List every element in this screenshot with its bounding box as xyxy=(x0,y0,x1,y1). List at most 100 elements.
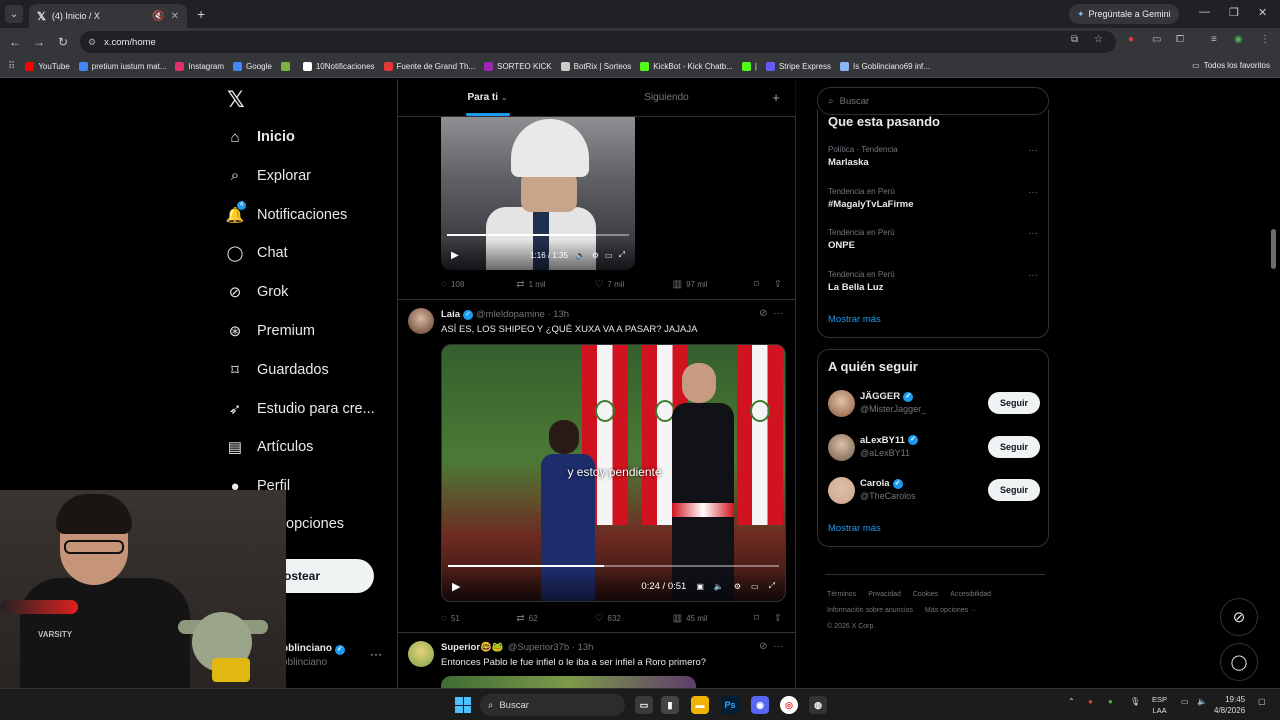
sidebar-item-article[interactable]: ▤ Artículos xyxy=(226,438,314,456)
settings-icon[interactable]: ⚙ xyxy=(734,582,741,591)
video-progress-bar[interactable] xyxy=(448,565,779,567)
add-feed-icon[interactable]: + xyxy=(756,79,796,116)
repost-button[interactable]: ⇄ 62 xyxy=(516,613,594,624)
messages-fab-icon[interactable]: ◯ xyxy=(1220,643,1258,681)
reply-button[interactable]: ◌ 51 xyxy=(441,613,516,624)
author-handle[interactable]: @mleldopamine · 13h xyxy=(476,309,569,320)
pip-icon[interactable]: ▭ xyxy=(605,251,613,260)
trend-more-icon[interactable]: ··· xyxy=(1028,228,1038,239)
avatar[interactable] xyxy=(828,477,855,504)
extension-icon[interactable]: ● xyxy=(1128,34,1134,45)
bookmark-item[interactable]: Stripe Express xyxy=(765,62,831,71)
footer-link[interactable]: Más opciones ··· xyxy=(925,607,977,614)
volume-icon[interactable]: 🔈 xyxy=(1197,697,1207,706)
all-bookmarks-button[interactable]: ▭ Todos los favoritos xyxy=(1192,61,1270,70)
author-name[interactable]: Laia xyxy=(441,309,460,320)
back-icon[interactable]: ← xyxy=(3,35,27,49)
trends-show-more-link[interactable]: Mostrar más xyxy=(828,314,881,325)
footer-link[interactable]: Términos xyxy=(827,591,856,598)
tweet-more-icon[interactable]: ⊘ ··· xyxy=(759,308,783,319)
bookmark-star-icon[interactable]: ☆ xyxy=(1094,34,1103,45)
trend-more-icon[interactable]: ··· xyxy=(1028,145,1038,156)
tab-for-you[interactable]: Para ti ⌄ xyxy=(398,79,577,116)
follow-button[interactable]: Seguir xyxy=(988,479,1040,501)
reload-icon[interactable]: ↻ xyxy=(51,35,75,49)
photoshop-icon[interactable]: Ps xyxy=(721,696,739,714)
tweet-video[interactable]: ▶ 1:16 / 1:35 🔈 ⚙ ▭ ⤢ xyxy=(441,117,635,270)
repost-button[interactable]: ⇄ 1 mil xyxy=(516,279,594,290)
trend-item[interactable]: Tendencia en Perú #MagalyTvLaFirme xyxy=(828,187,914,210)
fullscreen-icon[interactable]: ⤢ xyxy=(769,581,775,591)
trend-item[interactable]: Política · Tendencia Marlaska xyxy=(828,145,898,168)
bookmark-item[interactable]: pretium iustum mat... xyxy=(78,62,166,71)
bookmark-button[interactable]: ⌑ xyxy=(754,613,774,624)
tray-app-icon[interactable]: ● xyxy=(1088,697,1093,706)
follow-suggestion[interactable]: aLexBY11 ✓ @aLexBY11 Seguir xyxy=(828,433,1040,463)
trend-more-icon[interactable]: ··· xyxy=(1028,270,1038,281)
url-bar[interactable]: ⚙ x.com/home xyxy=(80,31,1116,53)
follow-suggestion[interactable]: JÄGGER ✓ @MisterJagger_ Seguir xyxy=(828,389,1040,419)
avatar[interactable] xyxy=(408,308,434,334)
trend-item[interactable]: Tendencia en Perú La Bella Luz xyxy=(828,270,895,293)
bookmark-item[interactable]: BotRix | Sorteos xyxy=(560,62,631,71)
suggestion-name[interactable]: aLexBY11 xyxy=(860,435,905,446)
views-button[interactable]: ▥ 45 mil xyxy=(673,613,754,624)
chrome-icon[interactable]: ◎ xyxy=(780,696,798,714)
taskbar-app-icon[interactable]: ▮ xyxy=(661,696,679,714)
tweet-video[interactable]: y estoy pendiente ▶ 0:24 / 0:51 ▣ 🔈 ⚙ ▭ … xyxy=(441,344,786,602)
bookmark-button[interactable]: ⌑ xyxy=(754,279,774,290)
pip-icon[interactable]: ▭ xyxy=(751,582,759,591)
grok-fab-icon[interactable]: ⊘ xyxy=(1220,598,1258,636)
follow-button[interactable]: Seguir xyxy=(988,435,1040,458)
close-tab-icon[interactable]: ✕ xyxy=(171,11,179,22)
tray-app-icon[interactable]: ● xyxy=(1108,697,1113,706)
clock[interactable]: 19:45 4/8/2026 xyxy=(1214,694,1245,716)
bookmark-item[interactable]: | xyxy=(741,62,757,71)
profile-avatar-icon[interactable]: ◉ xyxy=(1234,34,1243,45)
extension-2-icon[interactable]: ▭ xyxy=(1152,34,1161,45)
play-icon[interactable]: ▶ xyxy=(451,250,459,261)
play-icon[interactable]: ▶ xyxy=(452,580,460,593)
x-logo-icon[interactable]: 𝕏 xyxy=(227,88,245,113)
sidebar-item-home[interactable]: ⌂ Inicio xyxy=(226,128,294,146)
maximize-icon[interactable]: ❐ xyxy=(1229,6,1239,19)
avatar[interactable] xyxy=(828,433,855,461)
sidebar-item-grok[interactable]: ⊘ Grok xyxy=(226,283,289,301)
mute-tab-icon[interactable]: 🔇 xyxy=(152,11,164,22)
media-controls-icon[interactable]: ≡ xyxy=(1211,34,1217,45)
extensions-puzzle-icon[interactable]: ⧠ xyxy=(1176,34,1184,45)
settings-icon[interactable]: ⚙ xyxy=(592,251,599,260)
fullscreen-icon[interactable]: ⤢ xyxy=(619,250,625,260)
volume-icon[interactable]: 🔈 xyxy=(576,251,586,260)
browser-tab[interactable]: 𝕏 (4) Inicio / X 🔇 ✕ xyxy=(29,4,187,28)
notifications-icon[interactable]: ▢ xyxy=(1258,697,1266,706)
sidebar-item-chat[interactable]: ◯ Chat xyxy=(226,244,288,262)
tray-chevron-icon[interactable]: ⌃ xyxy=(1068,697,1075,706)
apps-grid-icon[interactable]: ⠿ xyxy=(8,61,15,72)
chrome-menu-icon[interactable]: ⋮ xyxy=(1260,34,1270,45)
sidebar-item-bookmark[interactable]: ⌑ Guardados xyxy=(226,361,329,379)
follow-button[interactable]: Seguir xyxy=(988,392,1040,414)
gemini-button[interactable]: ✦ Pregúntale a Gemini xyxy=(1069,4,1179,24)
footer-link[interactable]: Accesibilidad xyxy=(950,591,991,598)
author-handle[interactable]: @Superior37b · 13h xyxy=(508,642,594,653)
file-explorer-icon[interactable]: ▬ xyxy=(691,696,709,714)
bookmark-item[interactable] xyxy=(280,62,294,71)
trend-more-icon[interactable]: ··· xyxy=(1028,187,1038,198)
bookmark-item[interactable]: Fuente de Grand Th... xyxy=(383,62,475,71)
bookmark-item[interactable]: KickBot - Kick Chatb... xyxy=(640,62,733,71)
author-name[interactable]: Superior🤓🐸 xyxy=(441,642,504,653)
account-switcher[interactable]: oblinciano ✓ oblinciano xyxy=(282,643,345,668)
tweet-more-icon[interactable]: ⊘ ··· xyxy=(759,641,783,652)
views-button[interactable]: ▥ 97 mil xyxy=(673,279,754,290)
site-info-icon[interactable]: ⚙ xyxy=(88,37,96,48)
account-more-icon[interactable]: ··· xyxy=(370,647,382,661)
forward-icon[interactable]: → xyxy=(27,35,51,49)
reply-button[interactable]: ◌ 108 xyxy=(441,279,516,290)
footer-link[interactable]: Información sobre anuncios xyxy=(827,607,913,614)
taskbar-app-icon[interactable]: ◍ xyxy=(809,696,827,714)
start-button-icon[interactable] xyxy=(455,697,471,713)
close-window-icon[interactable]: ✕ xyxy=(1258,6,1267,19)
share-button[interactable]: ⇪ xyxy=(774,279,786,290)
follow-suggestion[interactable]: Carola ✓ @TheCarolos Seguir xyxy=(828,476,1040,506)
